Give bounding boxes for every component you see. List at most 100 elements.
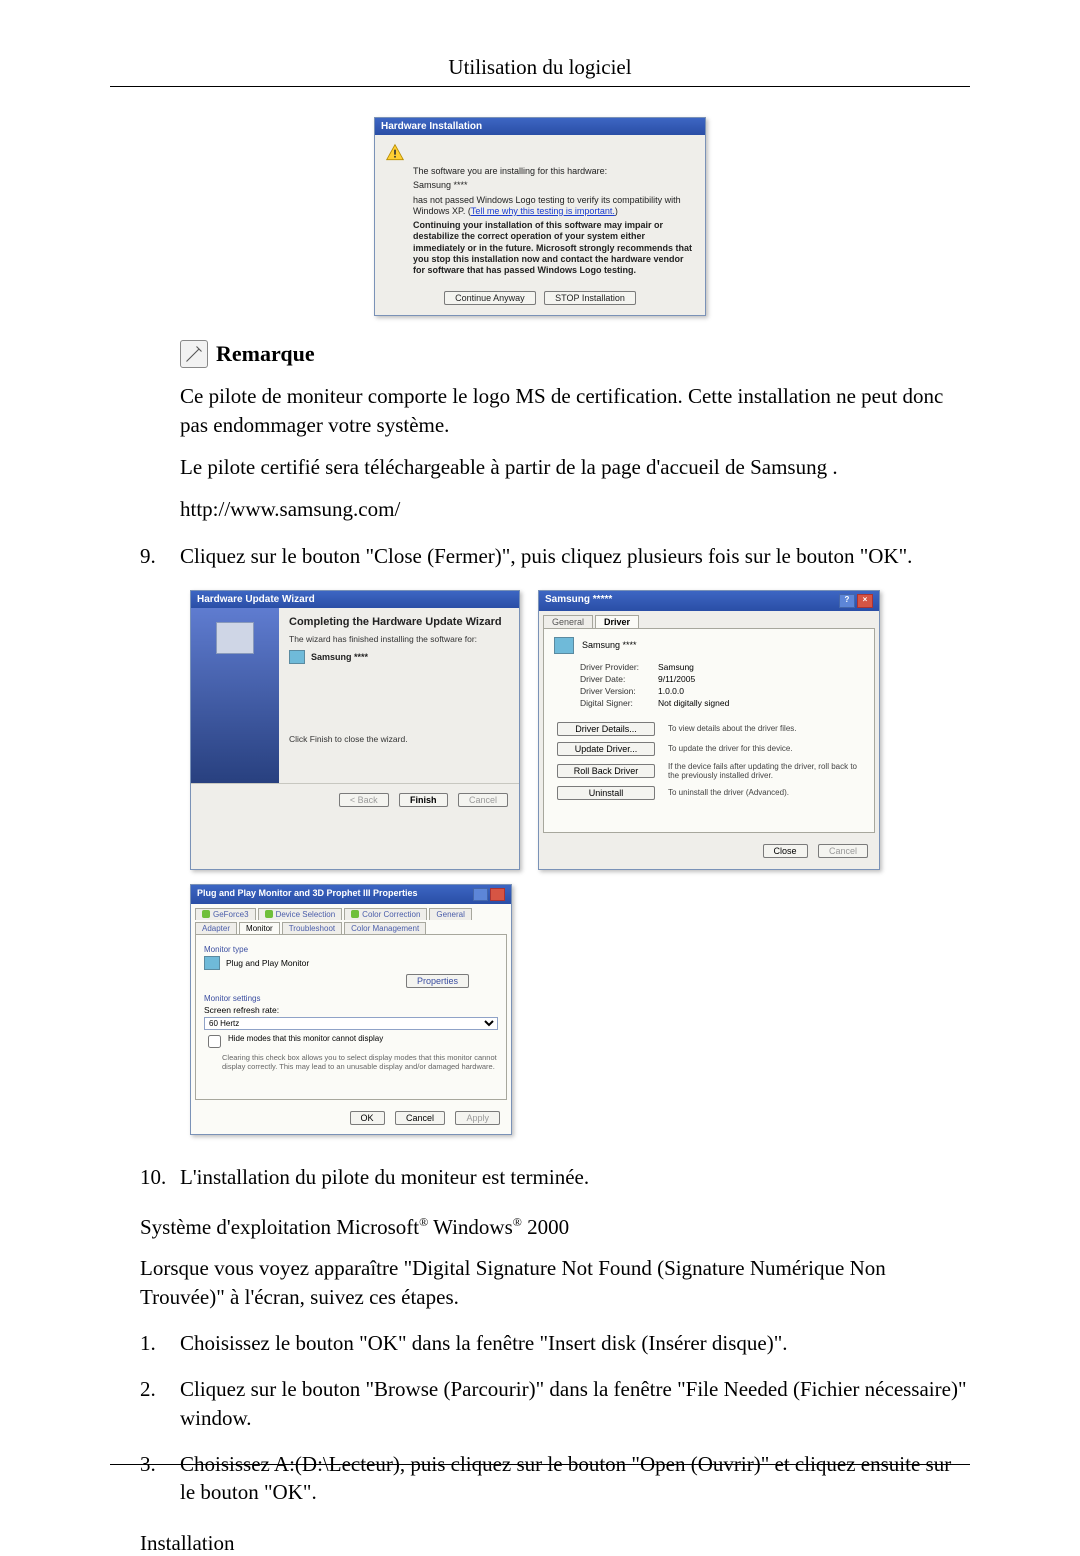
nvidia-icon — [351, 910, 359, 918]
cancel-button: Cancel — [818, 844, 868, 858]
description: If the device fails after updating the d… — [668, 762, 864, 780]
label: Digital Signer: — [580, 698, 658, 708]
label: Screen refresh rate: — [204, 1005, 498, 1015]
refresh-rate-select[interactable]: 60 Hertz — [204, 1017, 498, 1030]
dialog-title: Hardware Update Wizard — [191, 591, 519, 608]
device-name: Samsung **** — [311, 652, 368, 662]
tab-general[interactable]: General — [429, 908, 471, 920]
finish-button[interactable]: Finish — [399, 793, 448, 807]
tab-label: Color Correction — [362, 910, 420, 919]
nvidia-icon — [202, 910, 210, 918]
footer-rule — [110, 1464, 970, 1465]
dialog-title: Plug and Play Monitor and 3D Prophet III… — [197, 888, 418, 901]
wizard-closing-text: Click Finish to close the wizard. — [289, 734, 509, 744]
display-properties-dialog: Plug and Play Monitor and 3D Prophet III… — [190, 884, 512, 1135]
warning-icon — [385, 143, 405, 163]
section-heading: Installation — [140, 1531, 970, 1556]
os-heading: Système d'exploitation Microsoft® Window… — [140, 1215, 970, 1240]
header-rule — [110, 86, 970, 87]
driver-details-button[interactable]: Driver Details... — [557, 722, 655, 736]
hide-modes-checkbox[interactable] — [208, 1035, 221, 1048]
description: To uninstall the driver (Advanced). — [668, 788, 864, 797]
tab-label: Device Selection — [276, 910, 336, 919]
description: To update the driver for this device. — [668, 744, 864, 753]
dialog-device: Samsung **** — [413, 180, 695, 191]
close-button[interactable]: Close — [763, 844, 808, 858]
group-label: Monitor type — [204, 945, 498, 954]
value: 1.0.0.0 — [658, 686, 684, 696]
tab-device-selection[interactable]: Device Selection — [258, 908, 343, 920]
tab-label: GeForce3 — [213, 910, 249, 919]
dialog-title: Samsung ***** — [545, 594, 612, 608]
tab-driver[interactable]: Driver — [595, 615, 639, 628]
tab-geforce3[interactable]: GeForce3 — [195, 908, 256, 920]
nvidia-icon — [265, 910, 273, 918]
stop-installation-button[interactable]: STOP Installation — [544, 291, 636, 305]
ok-button[interactable]: OK — [350, 1111, 385, 1125]
tab-troubleshoot[interactable]: Troubleshoot — [282, 922, 342, 934]
wizard-sidebar — [191, 608, 279, 783]
tab-monitor[interactable]: Monitor — [239, 922, 280, 934]
help-button[interactable] — [473, 888, 488, 901]
back-button: < Back — [339, 793, 389, 807]
checkbox-label: Hide modes that this monitor cannot disp… — [228, 1034, 383, 1043]
list-number: 10. — [140, 1163, 180, 1191]
wizard-text: The wizard has finished installing the s… — [289, 634, 509, 644]
list-number: 2. — [140, 1375, 180, 1432]
list-text: Cliquez sur le bouton "Close (Fermer)", … — [180, 542, 970, 570]
help-button[interactable]: ? — [839, 594, 855, 608]
paragraph: Ce pilote de moniteur comporte le logo M… — [180, 382, 970, 439]
list-text: Choisissez A:(D:\Lecteur), puis cliquez … — [180, 1450, 970, 1507]
wizard-heading: Completing the Hardware Update Wizard — [289, 616, 509, 628]
dialog-warning-text: Continuing your installation of this sof… — [413, 220, 695, 276]
close-icon[interactable]: × — [857, 594, 873, 608]
page-header: Utilisation du logiciel — [110, 55, 970, 80]
hardware-installation-dialog: Hardware Installation The software you a… — [374, 117, 706, 316]
value: Not digitally signed — [658, 698, 729, 708]
monitor-properties-dialog: Samsung ***** ? × General Driver Samsung… — [538, 590, 880, 870]
dialog-text: has not passed Windows Logo testing to v… — [413, 195, 695, 218]
description: To view details about the driver files. — [668, 724, 864, 733]
list-text: Choisissez le bouton "OK" dans la fenêtr… — [180, 1329, 970, 1357]
update-driver-button[interactable]: Update Driver... — [557, 742, 655, 756]
properties-button[interactable]: Properties — [406, 974, 469, 988]
value: Samsung — [658, 662, 694, 672]
hardware-update-wizard-dialog: Hardware Update Wizard Completing the Ha… — [190, 590, 520, 870]
tab-adapter[interactable]: Adapter — [195, 922, 237, 934]
list-text: L'installation du pilote du moniteur est… — [180, 1163, 970, 1191]
dialog-text: The software you are installing for this… — [413, 166, 695, 177]
monitor-icon — [289, 650, 305, 664]
group-label: Monitor settings — [204, 994, 498, 1003]
device-graphic — [216, 622, 254, 654]
text: ) — [615, 206, 618, 216]
url-text: http://www.samsung.com/ — [180, 495, 970, 523]
cancel-button: Cancel — [458, 793, 508, 807]
roll-back-driver-button[interactable]: Roll Back Driver — [557, 764, 655, 778]
device-name: Samsung **** — [582, 640, 637, 650]
tab-color-management[interactable]: Color Management — [344, 922, 426, 934]
note-icon — [180, 340, 208, 368]
label: Driver Version: — [580, 686, 658, 696]
tab-color-correction[interactable]: Color Correction — [344, 908, 427, 920]
monitor-name: Plug and Play Monitor — [226, 958, 309, 968]
paragraph: Le pilote certifié sera téléchargeable à… — [180, 453, 970, 481]
cancel-button[interactable]: Cancel — [395, 1111, 445, 1125]
list-number: 1. — [140, 1329, 180, 1357]
list-number: 3. — [140, 1450, 180, 1507]
close-icon[interactable] — [490, 888, 505, 901]
tab-general[interactable]: General — [543, 615, 593, 628]
label: Driver Date: — [580, 674, 658, 684]
hint-text: Clearing this check box allows you to se… — [222, 1053, 498, 1071]
continue-anyway-button[interactable]: Continue Anyway — [444, 291, 536, 305]
list-text: Cliquez sur le bouton "Browse (Parcourir… — [180, 1375, 970, 1432]
value: 9/11/2005 — [658, 674, 695, 684]
apply-button: Apply — [455, 1111, 500, 1125]
list-number: 9. — [140, 542, 180, 570]
note-heading: Remarque — [216, 341, 315, 367]
label: Driver Provider: — [580, 662, 658, 672]
dialog-title: Hardware Installation — [375, 118, 705, 135]
tell-me-link[interactable]: Tell me why this testing is important. — [471, 206, 615, 216]
monitor-icon — [554, 637, 574, 654]
monitor-icon — [204, 956, 220, 970]
uninstall-button[interactable]: Uninstall — [557, 786, 655, 800]
